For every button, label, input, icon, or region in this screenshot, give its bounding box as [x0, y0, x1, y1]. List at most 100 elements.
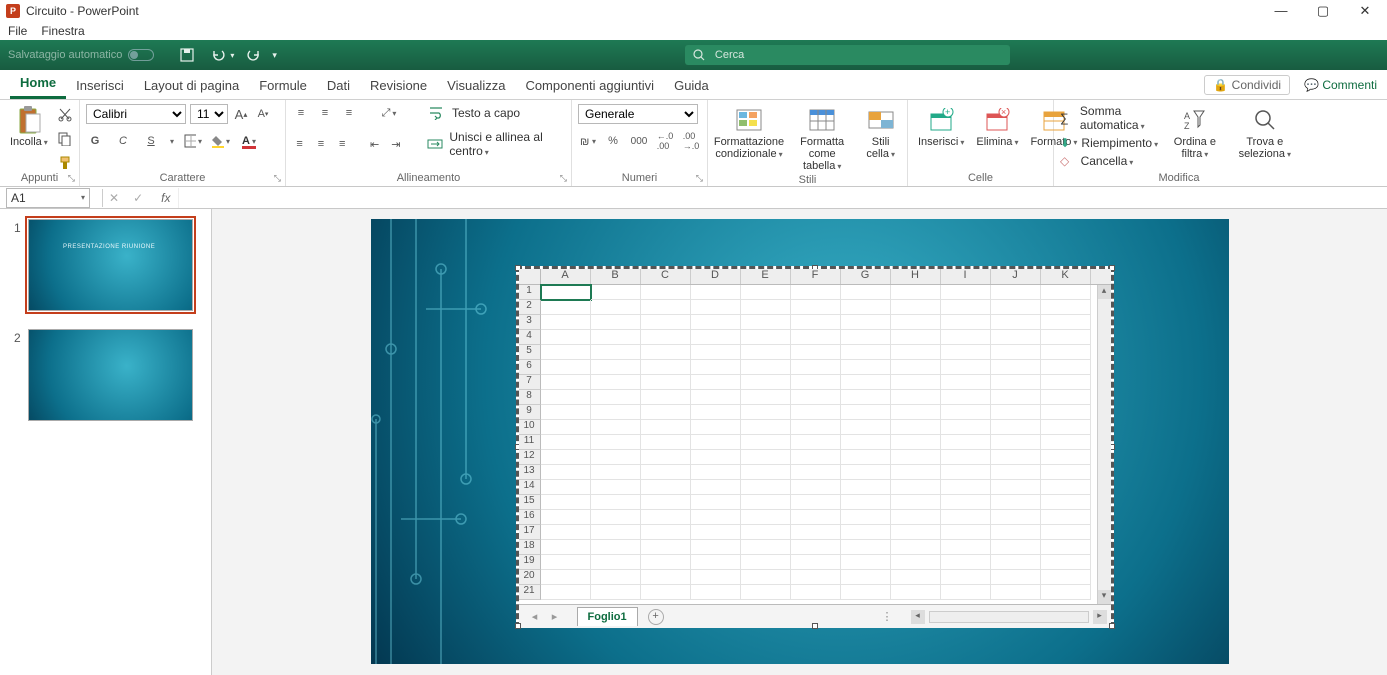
formula-input[interactable] [178, 188, 1387, 208]
cell[interactable] [1041, 555, 1091, 570]
cell[interactable] [641, 420, 691, 435]
cell[interactable] [691, 285, 741, 300]
cell[interactable] [541, 480, 591, 495]
tab-view[interactable]: Visualizza [437, 72, 515, 99]
cell[interactable] [841, 555, 891, 570]
cell[interactable] [841, 510, 891, 525]
row-header[interactable]: 18 [519, 540, 541, 555]
clear-button[interactable]: ◇ Cancella [1060, 154, 1158, 168]
cell[interactable] [691, 345, 741, 360]
cell[interactable] [1041, 405, 1091, 420]
col-header[interactable]: D [691, 269, 741, 284]
cell[interactable] [741, 510, 791, 525]
cell[interactable] [691, 330, 741, 345]
cell[interactable] [741, 315, 791, 330]
vertical-scrollbar[interactable]: ▴ ▾ [1097, 285, 1111, 604]
cell[interactable] [991, 555, 1041, 570]
cell[interactable] [791, 480, 841, 495]
cell[interactable] [841, 570, 891, 585]
sheet-nav[interactable]: ◂▸ [525, 610, 565, 623]
cell[interactable] [991, 540, 1041, 555]
horizontal-scrollbar[interactable] [929, 611, 1089, 623]
decrease-indent-button[interactable]: ⇤ [367, 135, 382, 153]
cell[interactable] [1041, 330, 1091, 345]
cell[interactable] [791, 435, 841, 450]
cell[interactable] [541, 285, 591, 300]
cell[interactable] [991, 330, 1041, 345]
cell[interactable] [1041, 450, 1091, 465]
cell[interactable] [591, 525, 641, 540]
col-header[interactable]: F [791, 269, 841, 284]
format-as-table-button[interactable]: Formatta come tabella [790, 104, 854, 174]
cell[interactable] [791, 540, 841, 555]
cell[interactable] [991, 585, 1041, 600]
cell[interactable] [1041, 495, 1091, 510]
number-format-select[interactable]: Generale [578, 104, 698, 124]
cell[interactable] [541, 405, 591, 420]
cell[interactable] [741, 495, 791, 510]
currency-button[interactable]: ₪ [578, 132, 596, 150]
cell[interactable] [941, 525, 991, 540]
search-box[interactable]: Cerca [685, 45, 1010, 65]
cell[interactable] [591, 465, 641, 480]
comma-button[interactable]: 000 [630, 132, 648, 150]
merge-center-button[interactable]: Unisci e allinea al centro [449, 130, 565, 158]
insert-cells-button[interactable]: + Inserisci [914, 104, 968, 150]
minimize-button[interactable]: — [1269, 3, 1293, 19]
fill-button[interactable]: ⬇ Riempimento [1060, 136, 1158, 150]
cell[interactable] [841, 390, 891, 405]
cell[interactable] [641, 390, 691, 405]
menu-file[interactable]: File [8, 24, 27, 38]
cell[interactable] [841, 405, 891, 420]
scroll-down-button[interactable]: ▾ [1098, 590, 1111, 604]
cell[interactable] [941, 480, 991, 495]
cell[interactable] [541, 465, 591, 480]
cell[interactable] [591, 390, 641, 405]
cell[interactable] [541, 330, 591, 345]
cell[interactable] [891, 300, 941, 315]
cell[interactable] [891, 420, 941, 435]
delete-cells-button[interactable]: × Elimina [972, 104, 1022, 150]
share-button[interactable]: 🔒 Condividi [1204, 75, 1290, 95]
cell[interactable] [691, 300, 741, 315]
cell[interactable] [641, 375, 691, 390]
scroll-up-button[interactable]: ▴ [1098, 285, 1111, 299]
cell[interactable] [991, 525, 1041, 540]
tab-addins[interactable]: Componenti aggiuntivi [515, 72, 664, 99]
autosum-button[interactable]: ∑ Somma automatica [1060, 104, 1158, 132]
cell[interactable] [1041, 315, 1091, 330]
cell[interactable] [641, 495, 691, 510]
maximize-button[interactable]: ▢ [1311, 3, 1335, 19]
cell[interactable] [541, 420, 591, 435]
cell[interactable] [941, 450, 991, 465]
cell[interactable] [591, 375, 641, 390]
col-header[interactable]: C [641, 269, 691, 284]
cell[interactable] [991, 345, 1041, 360]
cell[interactable] [841, 420, 891, 435]
new-sheet-button[interactable]: + [648, 609, 664, 625]
cell[interactable] [591, 315, 641, 330]
cell[interactable] [691, 450, 741, 465]
percent-button[interactable]: % [604, 132, 622, 150]
cell[interactable] [841, 540, 891, 555]
resize-handle[interactable] [515, 623, 521, 629]
cell[interactable] [1041, 525, 1091, 540]
embedded-spreadsheet[interactable]: A B C D E F G H I J K 123456789101112131… [516, 266, 1114, 628]
cell[interactable] [541, 555, 591, 570]
cell[interactable] [841, 465, 891, 480]
cell[interactable] [541, 375, 591, 390]
col-header[interactable]: G [841, 269, 891, 284]
cell[interactable] [891, 360, 941, 375]
underline-button[interactable]: S [142, 132, 160, 150]
cell[interactable] [991, 360, 1041, 375]
cell[interactable] [591, 495, 641, 510]
cell[interactable] [641, 480, 691, 495]
cell[interactable] [591, 345, 641, 360]
cell[interactable] [641, 465, 691, 480]
cell[interactable] [541, 570, 591, 585]
cell[interactable] [941, 405, 991, 420]
cell[interactable] [591, 585, 641, 600]
tab-review[interactable]: Revisione [360, 72, 437, 99]
cell[interactable] [891, 510, 941, 525]
cell[interactable] [991, 405, 1041, 420]
